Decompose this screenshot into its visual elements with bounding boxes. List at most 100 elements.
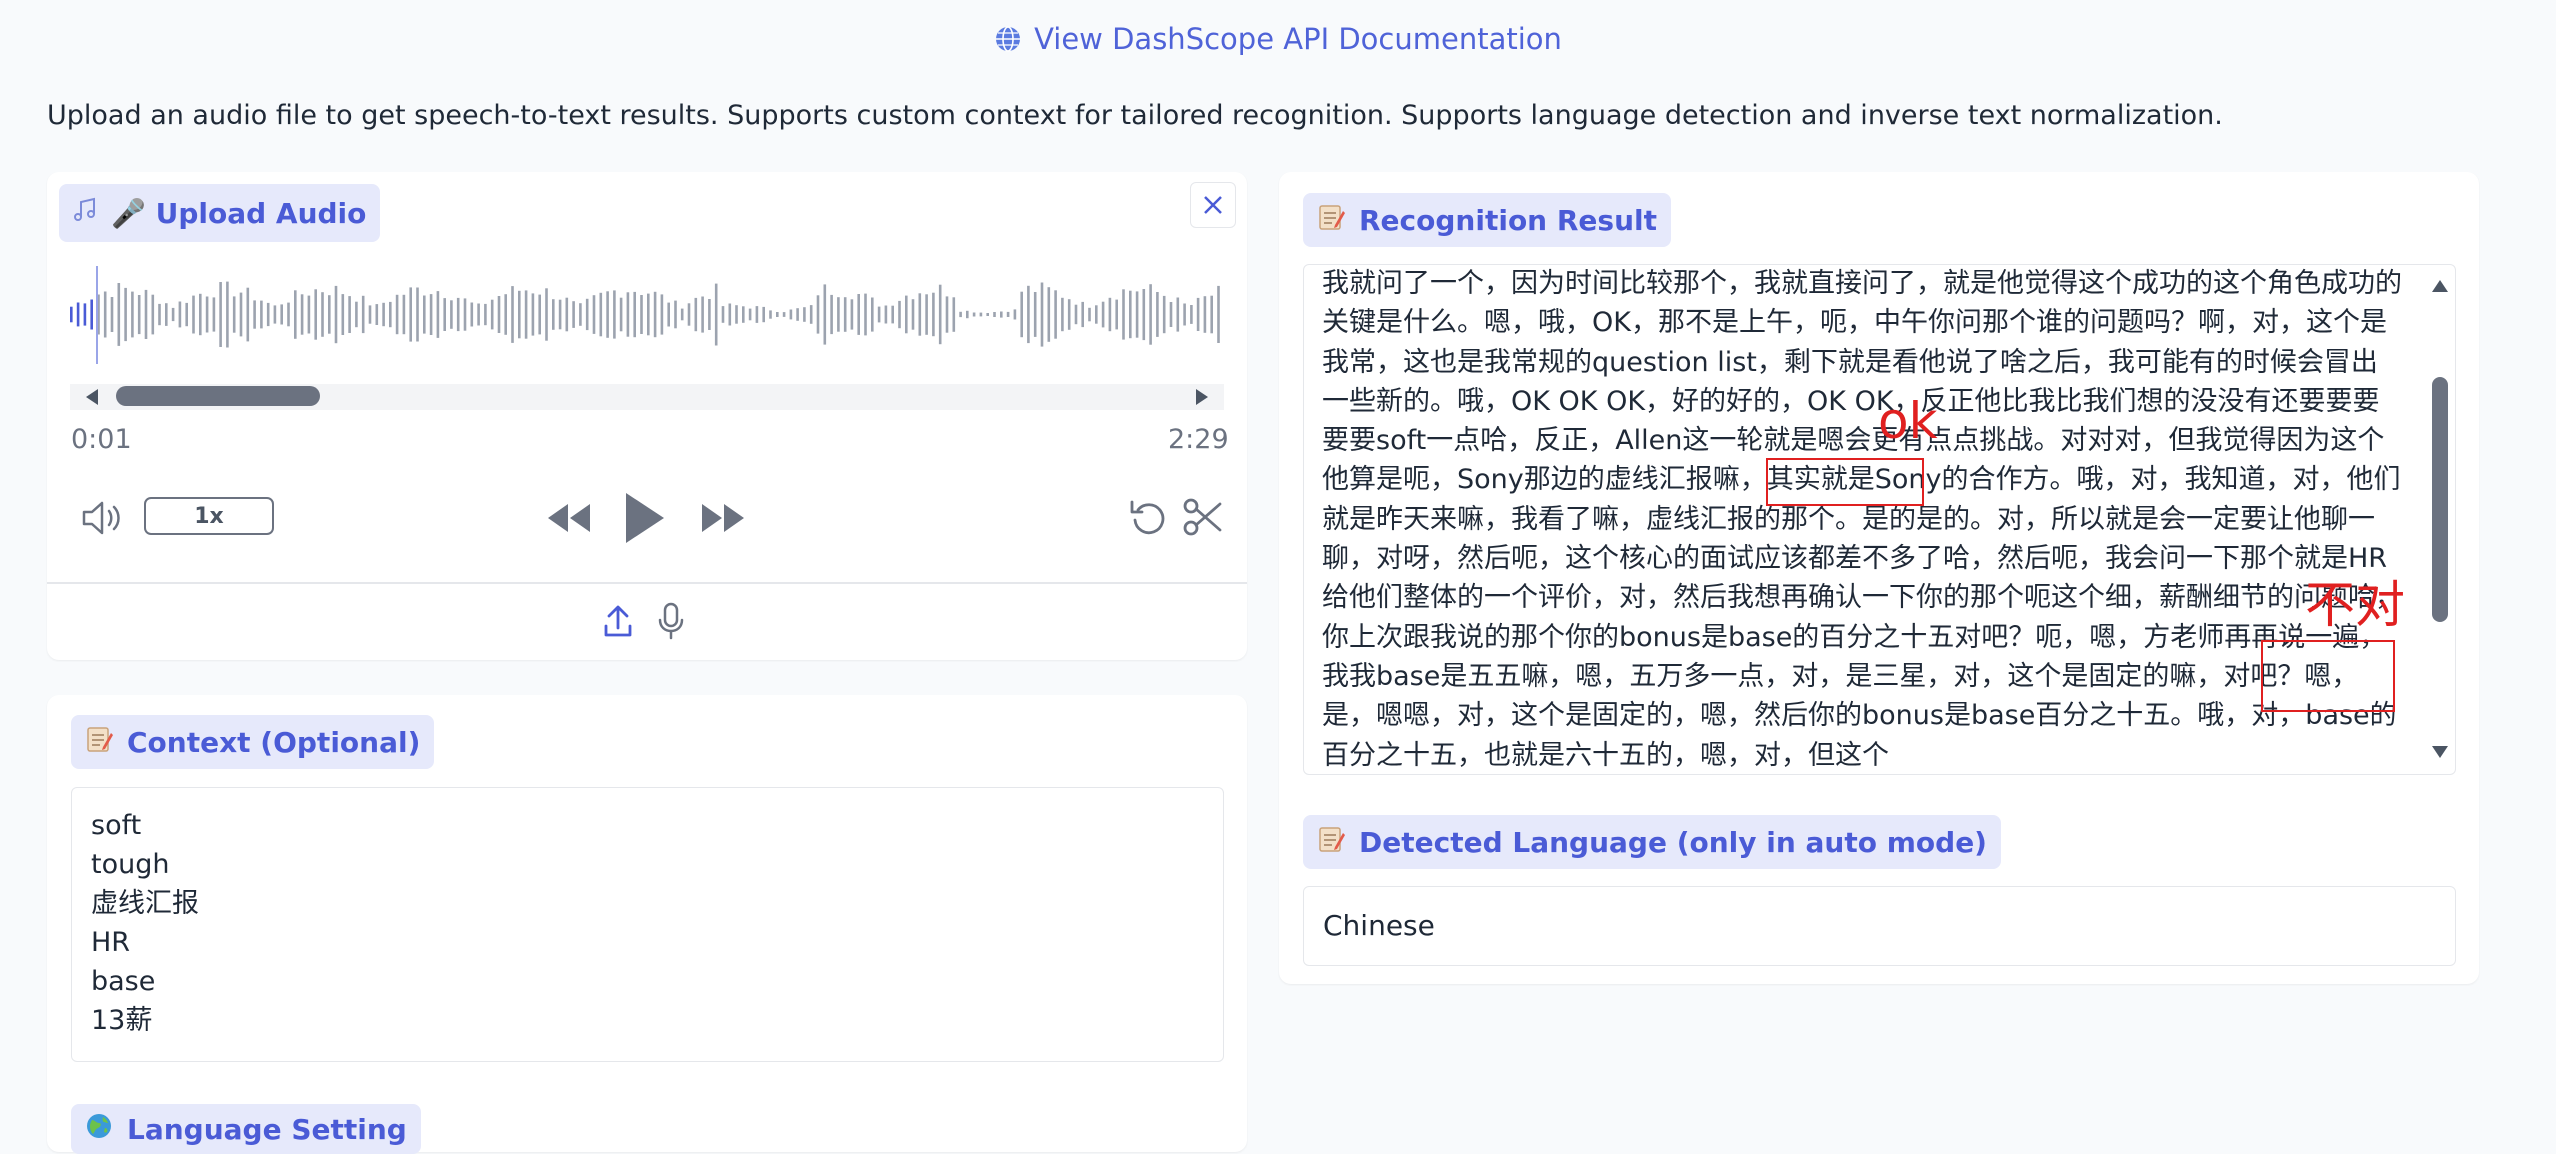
- waveform-bar: [253, 300, 256, 329]
- waveform-bar: [694, 297, 698, 332]
- waveform-bar: [1169, 302, 1173, 327]
- context-line: soft: [91, 810, 142, 841]
- playback-speed-button[interactable]: 1x: [144, 497, 274, 535]
- waveform-bar: [395, 294, 399, 335]
- waveform-bar: [823, 284, 827, 345]
- memo-icon: [1317, 203, 1345, 238]
- waveform-bar: [137, 295, 141, 335]
- music-note-icon: [73, 197, 97, 230]
- waveform-bar: [667, 302, 670, 327]
- waveform-bar: [1176, 297, 1180, 332]
- waveform-bar: [450, 300, 453, 329]
- waveform-bar: [1088, 307, 1091, 322]
- waveform-bar: [558, 299, 562, 330]
- waveform-bar: [70, 306, 73, 323]
- play-icon[interactable]: [622, 490, 666, 546]
- waveform-bar: [226, 281, 229, 348]
- waveform-bar: [687, 303, 691, 326]
- result-scroll-thumb[interactable]: [2432, 377, 2448, 622]
- waveform-bar: [1108, 297, 1112, 332]
- waveform-bar: [762, 306, 765, 323]
- waveform-bar: [952, 297, 956, 332]
- globe-earth-icon: [85, 1112, 113, 1147]
- waveform-bar: [484, 303, 487, 326]
- globe-icon: [994, 25, 1022, 60]
- waveform-scrollbar[interactable]: [70, 384, 1224, 410]
- language-setting-chip: Language Setting: [71, 1104, 421, 1154]
- waveform-bar: [382, 302, 385, 327]
- annotation-ok: ok: [1878, 392, 1938, 450]
- waveform-bar: [769, 310, 772, 319]
- memo-icon: [85, 725, 113, 760]
- volume-icon[interactable]: [80, 498, 126, 538]
- context-lines: soft tough 虚线汇报 HR base 13薪: [91, 806, 199, 1040]
- waveform-bar: [782, 312, 786, 317]
- waveform-bar: [592, 295, 596, 334]
- waveform-bar: [300, 294, 304, 335]
- waveform-bar: [572, 301, 575, 328]
- waveform-bar: [463, 298, 467, 331]
- scroll-right-icon[interactable]: [1194, 388, 1210, 406]
- close-icon[interactable]: [1190, 182, 1236, 228]
- waveform-bar: [606, 291, 609, 338]
- context-line: HR: [91, 927, 131, 958]
- waveform-bar: [877, 306, 881, 323]
- waveform-bar: [925, 294, 928, 335]
- scroll-up-icon[interactable]: [2430, 278, 2450, 294]
- total-time: 2:29: [1168, 424, 1229, 455]
- waveform-bar: [837, 297, 840, 332]
- audio-waveform[interactable]: [70, 262, 1224, 367]
- waveform-bar: [871, 297, 874, 332]
- waveform-scroll-thumb[interactable]: [116, 386, 320, 406]
- api-doc-link-text[interactable]: View DashScope API Documentation: [1034, 22, 1562, 56]
- waveform-bar: [884, 305, 888, 324]
- waveform-bar: [613, 290, 616, 339]
- waveform-bar: [891, 305, 894, 324]
- waveform-bar: [456, 297, 460, 332]
- upload-icon[interactable]: [603, 604, 633, 638]
- reset-icon[interactable]: [1128, 496, 1170, 538]
- waveform-bar: [728, 303, 732, 326]
- waveform-bar: [402, 294, 406, 335]
- waveform-bar: [205, 296, 209, 333]
- waveform-bar: [321, 292, 324, 337]
- scroll-down-icon[interactable]: [2430, 744, 2450, 760]
- waveform-bar: [490, 299, 494, 330]
- microphone-icon[interactable]: [656, 602, 686, 640]
- waveform-bar: [898, 300, 901, 329]
- waveform-bar: [287, 302, 290, 327]
- detected-language-field[interactable]: Chinese: [1303, 886, 2456, 966]
- waveform-bar: [545, 288, 548, 341]
- waveform-bar: [905, 295, 908, 334]
- waveform-bar: [714, 283, 718, 346]
- waveform-bar: [171, 307, 175, 322]
- waveform-bar: [993, 312, 996, 317]
- waveform-bar: [232, 296, 236, 333]
- recognition-text: 我就问了一个，因为时间比较那个，我就直接问了，就是他觉得这个成功的这个角色成功的…: [1322, 268, 2402, 769]
- waveform-bar: [497, 296, 501, 333]
- waveform-bar: [307, 295, 311, 334]
- rewind-icon[interactable]: [546, 500, 594, 536]
- waveform-bar: [1101, 301, 1105, 328]
- waveform-bar: [1190, 305, 1193, 324]
- waveform-bar: [585, 298, 589, 331]
- waveform-bar: [1183, 303, 1186, 326]
- waveform-bar: [1156, 292, 1159, 337]
- waveform-bar: [809, 305, 813, 324]
- context-textarea[interactable]: soft tough 虚线汇报 HR base 13薪: [71, 787, 1224, 1062]
- waveform-bar: [552, 299, 555, 330]
- api-doc-link[interactable]: View DashScope API Documentation: [0, 22, 2556, 60]
- scroll-left-icon[interactable]: [84, 388, 100, 406]
- waveform-bar: [1115, 299, 1118, 330]
- waveform-bar: [1047, 287, 1051, 342]
- waveform-bar: [110, 297, 114, 332]
- waveform-bar: [1162, 295, 1166, 334]
- waveform-bar: [1000, 311, 1003, 318]
- waveform-bar: [192, 295, 195, 334]
- waveform-bar: [531, 293, 535, 336]
- waveform-bar: [735, 305, 738, 324]
- waveform-bar: [966, 310, 969, 319]
- trim-scissors-icon[interactable]: [1182, 496, 1224, 538]
- fast-forward-icon[interactable]: [698, 500, 746, 536]
- language-setting-label: Language Setting: [127, 1112, 407, 1146]
